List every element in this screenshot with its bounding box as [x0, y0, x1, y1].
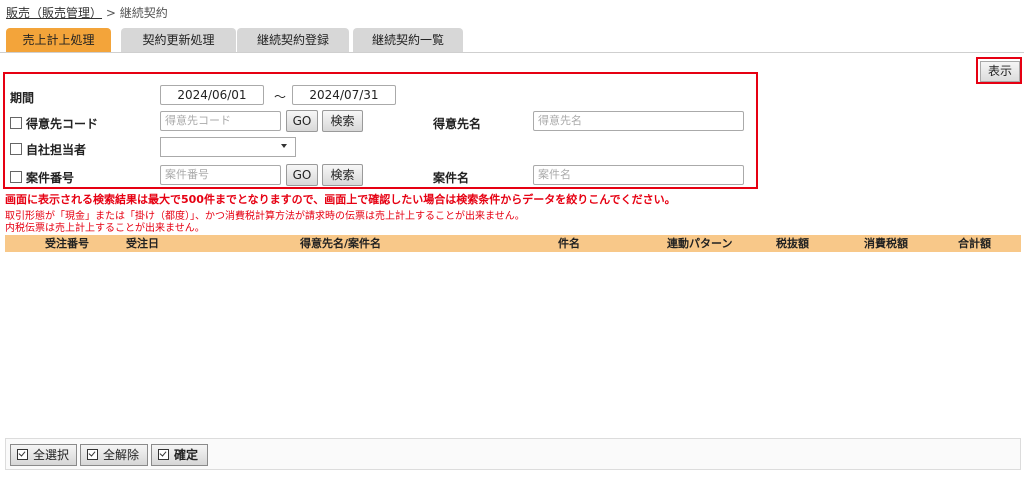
period-label: 期間 — [10, 91, 35, 105]
checkbox-checked-icon — [87, 449, 98, 460]
tab-contract-renewal[interactable]: 契約更新処理 — [121, 28, 236, 52]
project-name-input[interactable]: 案件名 — [533, 165, 744, 185]
project-no-checkbox[interactable] — [10, 171, 22, 183]
column-total-amount[interactable]: 合計額 — [958, 235, 991, 252]
project-name-label: 案件名 — [433, 171, 470, 185]
project-no-label: 案件番号 — [10, 169, 74, 186]
staff-label-text: 自社担当者 — [26, 143, 87, 157]
date-to-input[interactable]: 2024/07/31 — [292, 85, 396, 105]
tab-divider — [0, 52, 1024, 53]
column-link-pattern[interactable]: 連動パターン — [667, 235, 732, 252]
customer-code-search-button[interactable]: 検索 — [322, 110, 363, 132]
column-amount-excl-tax[interactable]: 税抜額 — [776, 235, 809, 252]
date-from-input[interactable]: 2024/06/01 — [160, 85, 264, 105]
staff-select[interactable] — [160, 137, 296, 157]
customer-name-input[interactable]: 得意先名 — [533, 111, 744, 131]
customer-code-input[interactable]: 得意先コード — [160, 111, 281, 131]
results-table-header: 受注番号 受注日 得意先名/案件名 件名 連動パターン 税抜額 消費税額 合計額 — [5, 235, 1021, 252]
show-button-highlight: 表示 — [976, 57, 1022, 84]
deselect-all-button[interactable]: 全解除 — [80, 444, 148, 466]
action-bar: 全選択 全解除 確定 — [5, 438, 1021, 470]
breadcrumb: 販売（販売管理） > 継続契約 — [6, 4, 168, 21]
search-panel: 期間 2024/06/01 ～ 2024/07/31 得意先コード 得意先コード… — [3, 72, 758, 189]
project-no-search-button[interactable]: 検索 — [322, 164, 363, 186]
column-order-date[interactable]: 受注日 — [126, 235, 159, 252]
breadcrumb-home-link[interactable]: 販売（販売管理） — [6, 6, 102, 20]
confirm-label: 確定 — [174, 448, 199, 462]
column-tax-amount[interactable]: 消費税額 — [864, 235, 908, 252]
tab-contract-register[interactable]: 継続契約登録 — [237, 28, 349, 52]
project-no-label-text: 案件番号 — [26, 171, 75, 185]
checkbox-checked-icon — [158, 449, 169, 460]
range-tilde: ～ — [274, 90, 287, 104]
chevron-down-icon — [281, 144, 287, 148]
notice-max-results: 画面に表示される検索結果は最大で500件までとなりますので、画面上で確認したい場… — [5, 193, 676, 206]
customer-name-label: 得意先名 — [433, 117, 482, 131]
customer-code-label: 得意先コード — [10, 115, 98, 132]
column-subject[interactable]: 件名 — [558, 235, 580, 252]
customer-code-go-button[interactable]: GO — [286, 110, 318, 132]
deselect-all-label: 全解除 — [103, 448, 140, 462]
tab-sales-posting[interactable]: 売上計上処理 — [6, 28, 111, 52]
staff-checkbox[interactable] — [10, 143, 22, 155]
project-no-input[interactable]: 案件番号 — [160, 165, 281, 185]
checkbox-checked-icon — [17, 449, 28, 460]
staff-label: 自社担当者 — [10, 141, 86, 158]
breadcrumb-current: 継続契約 — [119, 6, 168, 20]
select-all-label: 全選択 — [33, 448, 70, 462]
customer-code-label-text: 得意先コード — [26, 117, 99, 131]
customer-code-checkbox[interactable] — [10, 117, 22, 129]
select-all-button[interactable]: 全選択 — [10, 444, 77, 466]
column-customer-project[interactable]: 得意先名/案件名 — [300, 235, 381, 252]
breadcrumb-separator: > — [105, 6, 116, 20]
column-order-number[interactable]: 受注番号 — [45, 235, 89, 252]
project-no-go-button[interactable]: GO — [286, 164, 318, 186]
notice-inclusive-tax: 内税伝票は売上計上することが出来ません。 — [5, 223, 205, 234]
tab-contract-list[interactable]: 継続契約一覧 — [353, 28, 463, 52]
confirm-button[interactable]: 確定 — [151, 444, 208, 466]
show-button[interactable]: 表示 — [980, 61, 1020, 82]
